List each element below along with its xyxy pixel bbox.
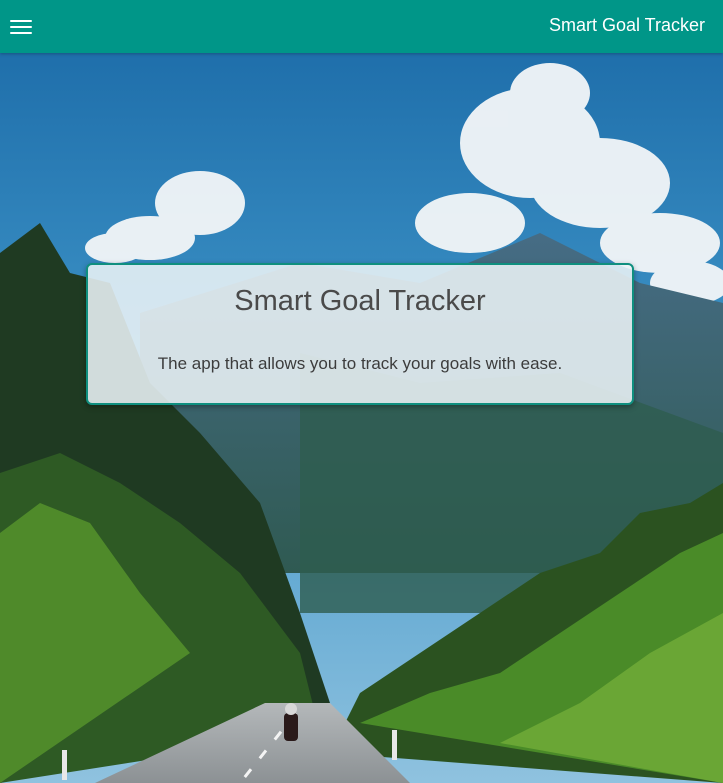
hero-subtitle: The app that allows you to track your go… xyxy=(157,354,563,373)
hero-title: Smart Goal Tracker xyxy=(234,285,486,317)
background-photo xyxy=(0,53,723,783)
hero-card: Smart Goal Tracker The app that allows y… xyxy=(86,263,634,405)
app-bar-title: Smart Goal Tracker xyxy=(548,15,705,35)
hamburger-menu-icon[interactable] xyxy=(6,12,36,42)
app-bar: Smart Goal Tracker xyxy=(0,0,723,53)
